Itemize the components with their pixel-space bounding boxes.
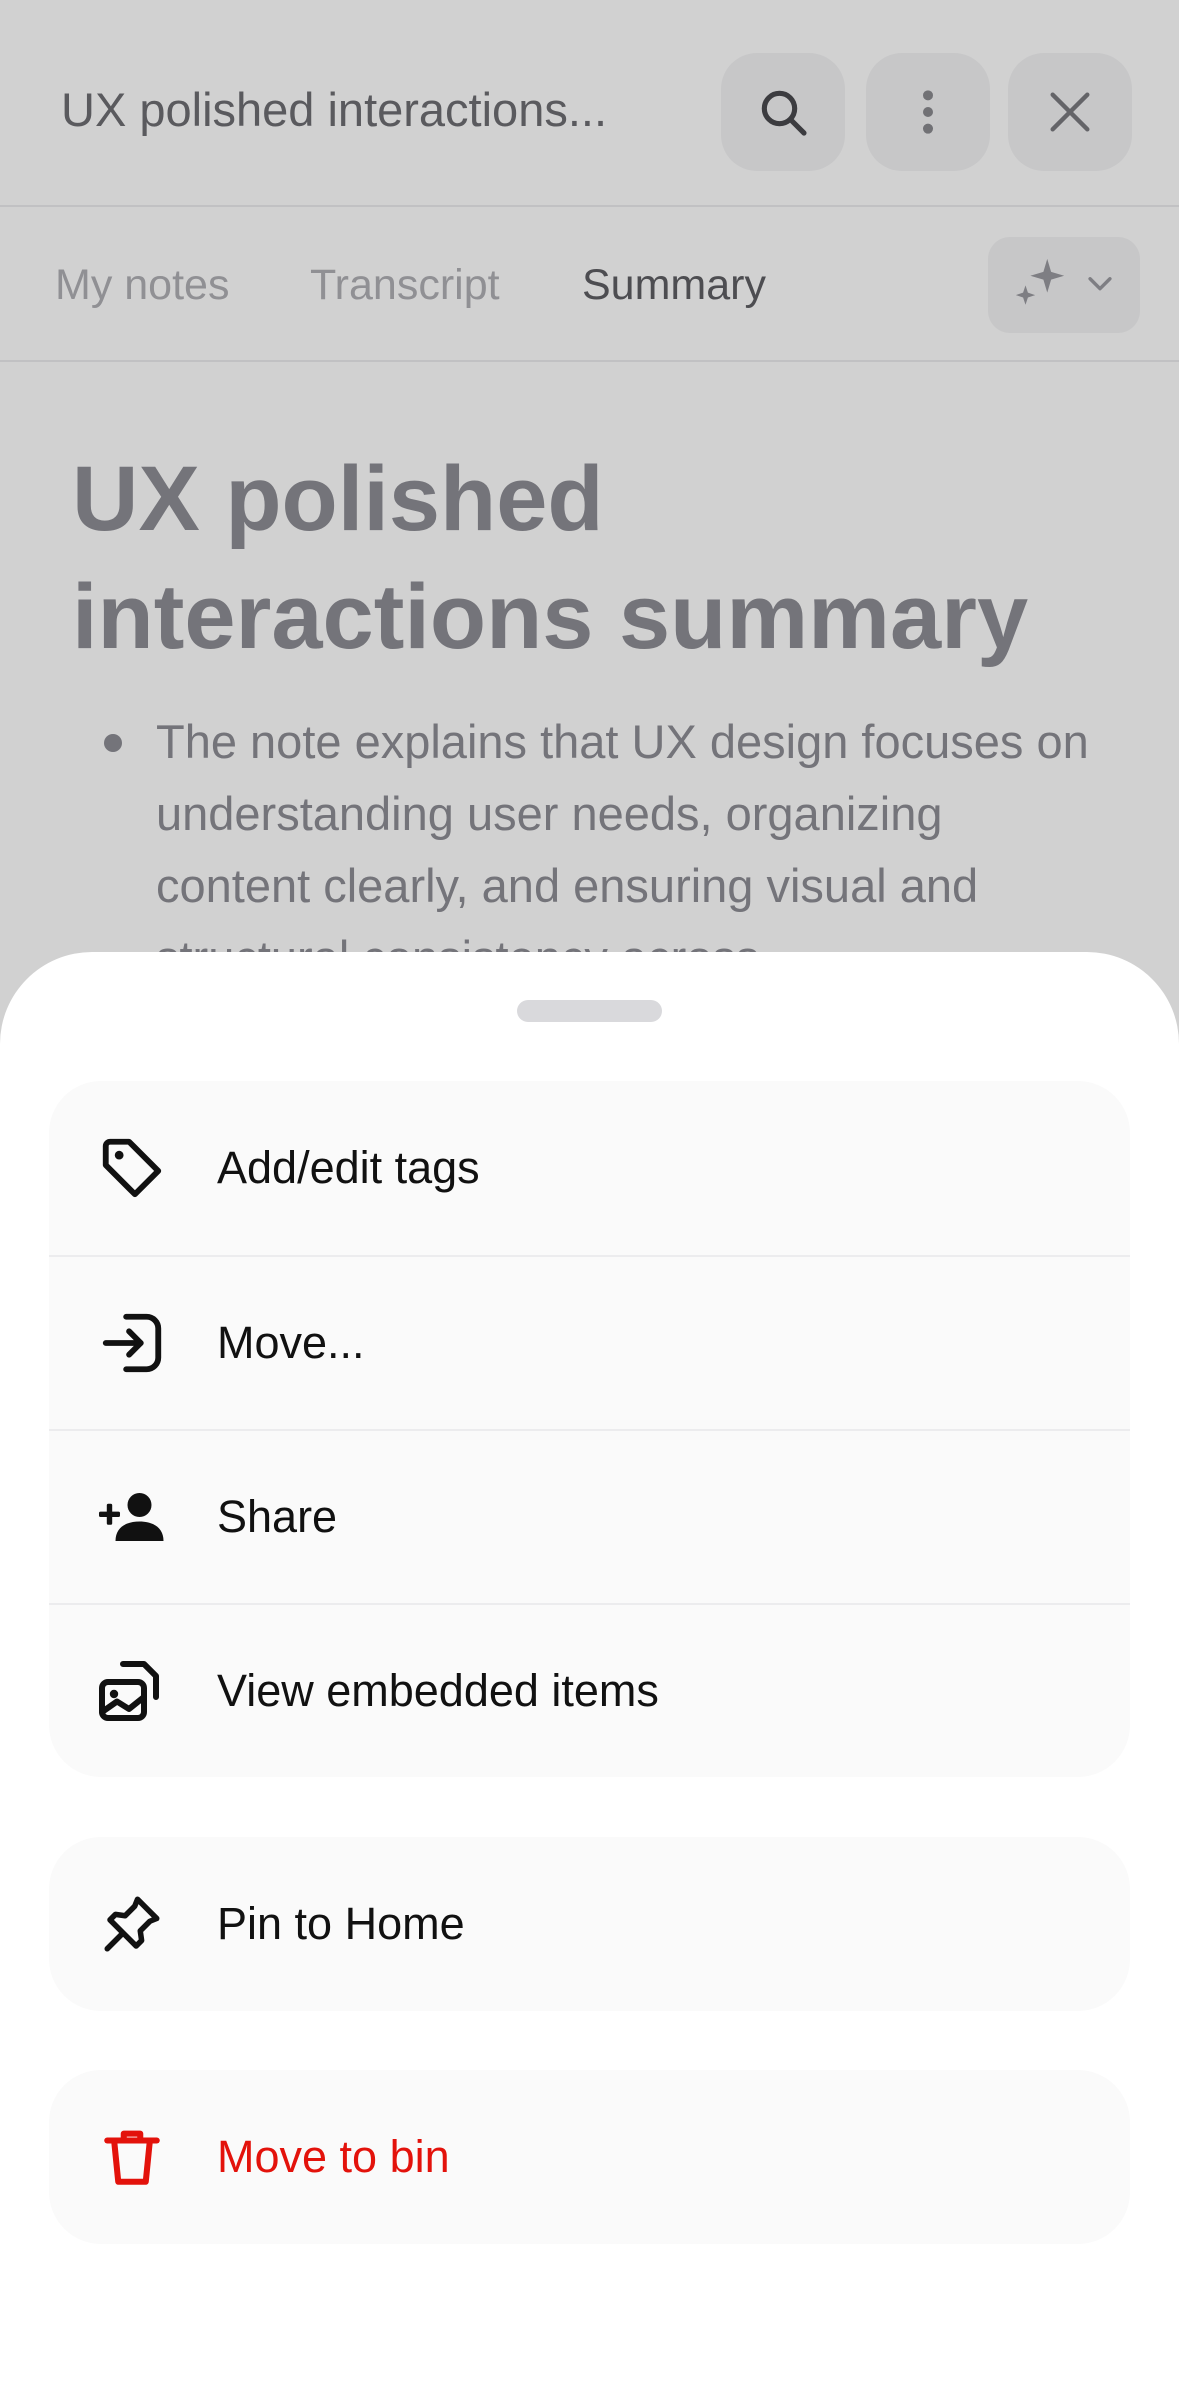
add-person-icon (95, 1480, 169, 1554)
sheet-drag-handle[interactable] (517, 1000, 662, 1022)
embedded-items-icon (95, 1654, 169, 1728)
move-to-bin-label: Move to bin (217, 2131, 450, 2182)
move-button[interactable]: Move... (49, 1255, 1130, 1429)
move-to-bin-button[interactable]: Move to bin (49, 2070, 1130, 2244)
share-button[interactable]: Share (49, 1429, 1130, 1603)
tag-icon (95, 1131, 169, 1205)
move-icon (95, 1306, 169, 1380)
options-group-pin: Pin to Home (49, 1837, 1130, 2011)
add-edit-tags-label: Add/edit tags (217, 1142, 480, 1193)
pin-to-home-label: Pin to Home (217, 1898, 465, 1949)
view-embedded-items-button[interactable]: View embedded items (49, 1603, 1130, 1777)
share-label: Share (217, 1491, 338, 1542)
move-label: Move... (217, 1317, 365, 1368)
add-edit-tags-button[interactable]: Add/edit tags (49, 1081, 1130, 1255)
options-group-note: Add/edit tags Move... Share View embedde… (49, 1081, 1130, 1777)
view-embedded-items-label: View embedded items (217, 1665, 659, 1716)
pin-icon (95, 1887, 169, 1961)
trash-icon (95, 2120, 169, 2194)
options-group-delete: Move to bin (49, 2070, 1130, 2244)
pin-to-home-button[interactable]: Pin to Home (49, 1837, 1130, 2011)
